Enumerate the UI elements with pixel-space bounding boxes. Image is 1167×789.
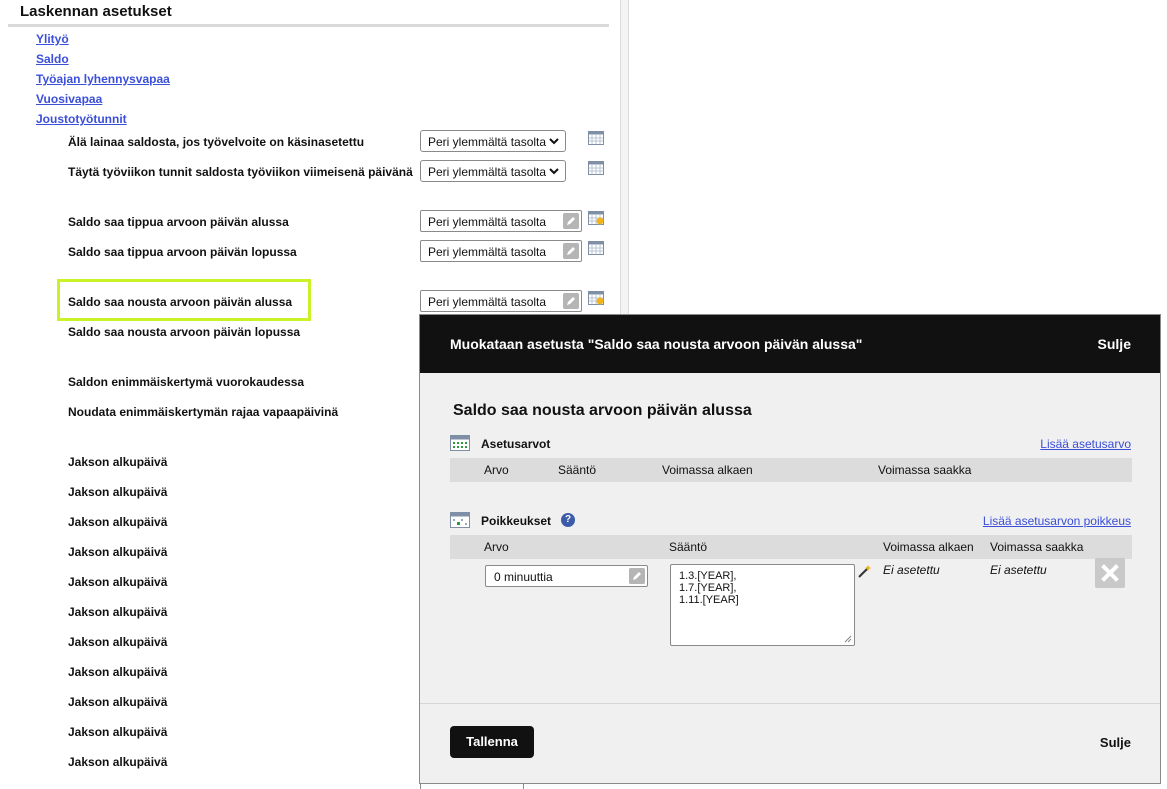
period-row-label: Jakson alkupäivä xyxy=(68,455,168,469)
inherit-select[interactable]: Peri ylemmältä tasolta xyxy=(420,160,566,182)
nav-link-ylityo[interactable]: Ylityö xyxy=(36,32,69,46)
calendar-icon[interactable] xyxy=(588,131,604,145)
nav-link-vuosivapaa[interactable]: Vuosivapaa xyxy=(36,92,102,106)
column-header: Voimassa alkaen xyxy=(662,463,753,477)
save-button[interactable]: Tallenna xyxy=(450,726,534,758)
calendar-icon[interactable] xyxy=(588,161,604,175)
exceptions-section-title: Poikkeukset xyxy=(481,514,552,528)
pencil-icon[interactable] xyxy=(563,243,579,259)
inherit-value-field[interactable]: Peri ylemmältä tasolta xyxy=(420,240,582,262)
nav-link-tyoajan-lyhennysvapaa[interactable]: Työajan lyhennysvapaa xyxy=(36,72,170,86)
footer-divider xyxy=(420,703,1160,704)
calendar-icon[interactable] xyxy=(588,241,604,255)
period-row-label: Jakson alkupäivä xyxy=(68,725,168,739)
calendar-star-icon[interactable] xyxy=(588,211,604,225)
resize-grip-icon[interactable] xyxy=(844,635,852,643)
pencil-icon[interactable] xyxy=(563,213,579,229)
table-grid-icon xyxy=(450,435,470,451)
inherit-value: Peri ylemmältä tasolta xyxy=(428,295,547,309)
period-row-label: Jakson alkupäivä xyxy=(68,695,168,709)
values-section-title: Asetusarvot xyxy=(481,437,551,451)
setting-label: Saldo saa tippua arvoon päivän lopussa xyxy=(68,245,297,259)
setting-heading: Saldo saa nousta arvoon päivän alussa xyxy=(453,402,752,419)
help-icon[interactable]: ? xyxy=(561,513,575,527)
inherit-value: Peri ylemmältä tasolta xyxy=(428,215,547,229)
select-value: Peri ylemmältä tasolta xyxy=(428,165,547,179)
period-row-label: Jakson alkupäivä xyxy=(68,755,168,769)
column-header: Sääntö xyxy=(669,540,708,554)
pencil-icon[interactable] xyxy=(629,568,645,584)
nav-link-saldo[interactable]: Saldo xyxy=(36,52,69,66)
valid-until-value: Ei asetettu xyxy=(990,563,1047,577)
setting-label: Saldon enimmäiskertymä vuorokaudessa xyxy=(68,375,305,389)
exception-value-field[interactable]: 0 minuuttia xyxy=(485,565,648,587)
pencil-icon[interactable] xyxy=(563,293,579,309)
inherit-value-field[interactable]: Peri ylemmältä tasolta xyxy=(420,290,582,312)
setting-label: Täytä työviikon tunnit saldosta työviiko… xyxy=(68,165,413,179)
period-row-label: Jakson alkupäivä xyxy=(68,665,168,679)
calendar-star-icon[interactable] xyxy=(588,291,604,305)
inherit-select[interactable]: Peri ylemmältä tasolta xyxy=(420,130,566,152)
period-row-label: Jakson alkupäivä xyxy=(68,515,168,529)
column-header: Voimassa alkaen xyxy=(883,540,974,554)
dialog-title: Muokataan asetusta "Saldo saa nousta arv… xyxy=(450,336,863,352)
close-button-bottom[interactable]: Sulje xyxy=(1100,735,1131,750)
exceptions-grid-icon xyxy=(450,512,470,528)
period-row-label: Jakson alkupäivä xyxy=(68,485,168,499)
section-divider xyxy=(8,24,609,27)
add-exception-link[interactable]: Lisää asetusarvon poikkeus xyxy=(983,514,1131,528)
select-value: Peri ylemmältä tasolta xyxy=(428,135,547,149)
setting-label: Saldo saa nousta arvoon päivän alussa xyxy=(68,295,293,309)
inherit-value: Peri ylemmältä tasolta xyxy=(428,245,547,259)
setting-label: Älä lainaa saldosta, jos työvelvoite on … xyxy=(68,135,365,149)
exceptions-table-header: Arvo Sääntö Voimassa alkaen Voimassa saa… xyxy=(450,535,1132,559)
exception-value: 0 minuuttia xyxy=(494,570,553,584)
rule-line: 1.3.[YEAR], xyxy=(679,570,737,582)
dialog-header: Muokataan asetusta "Saldo saa nousta arv… xyxy=(420,315,1160,373)
add-value-link[interactable]: Lisää asetusarvo xyxy=(1040,437,1131,451)
values-table-header: Arvo Sääntö Voimassa alkaen Voimassa saa… xyxy=(450,458,1132,482)
column-header: Voimassa saakka xyxy=(990,540,1084,554)
section-title: Laskennan asetukset xyxy=(20,3,172,20)
chevron-down-icon xyxy=(549,138,559,145)
rule-line: 1.11.[YEAR] xyxy=(679,594,739,606)
period-row-label: Jakson alkupäivä xyxy=(68,605,168,619)
nav-link-joustotyotunnit[interactable]: Joustotyötunnit xyxy=(36,112,127,126)
period-row-label: Jakson alkupäivä xyxy=(68,635,168,649)
period-row-label: Jakson alkupäivä xyxy=(68,545,168,559)
column-header: Arvo xyxy=(484,463,509,477)
setting-label: Noudata enimmäiskertymän rajaa vapaapäiv… xyxy=(68,405,339,419)
delete-row-icon[interactable] xyxy=(1095,558,1125,588)
setting-label: Saldo saa nousta arvoon päivän lopussa xyxy=(68,325,301,339)
setting-label: Saldo saa tippua arvoon päivän alussa xyxy=(68,215,289,229)
column-header: Sääntö xyxy=(558,463,597,477)
column-header: Arvo xyxy=(484,540,509,554)
column-header: Voimassa saakka xyxy=(878,463,972,477)
edit-setting-dialog: Muokataan asetusta "Saldo saa nousta arv… xyxy=(419,314,1161,784)
chevron-down-icon xyxy=(549,168,559,175)
valid-from-value: Ei asetettu xyxy=(883,563,940,577)
rule-line: 1.7.[YEAR], xyxy=(679,582,737,594)
inherit-value-field[interactable]: Peri ylemmältä tasolta xyxy=(420,210,582,232)
close-button[interactable]: Sulje xyxy=(1098,336,1131,352)
period-row-label: Jakson alkupäivä xyxy=(68,575,168,589)
rule-textarea[interactable]: 1.3.[YEAR], 1.7.[YEAR], 1.11.[YEAR] xyxy=(670,564,855,646)
magic-wand-icon[interactable] xyxy=(857,563,873,579)
